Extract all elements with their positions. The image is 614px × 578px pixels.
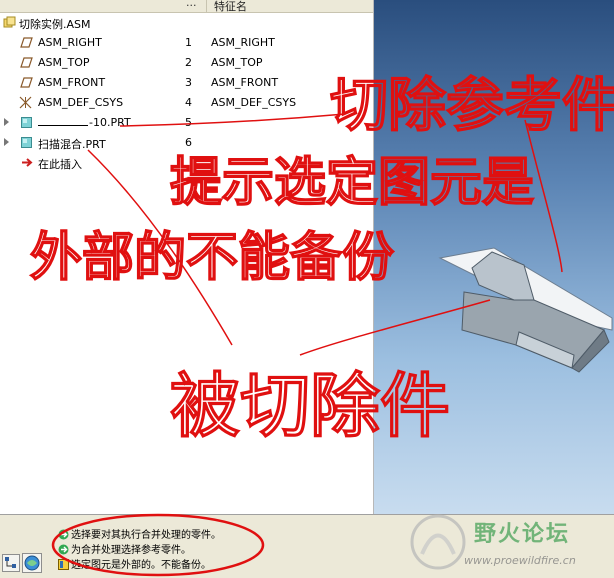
- forum-watermark: 野火论坛 www.proewildfire.cn: [404, 510, 614, 572]
- insert-arrow-icon: [22, 158, 33, 167]
- tree-item-feature-name: ASM_TOP: [211, 56, 263, 69]
- watermark-title: 野火论坛: [474, 522, 571, 547]
- model-tree-panel: ... 特征名 切除实例.ASM ASM_RIGHT 1 ASM_RIGHT A…: [0, 0, 374, 514]
- column-dots[interactable]: ...: [186, 0, 197, 9]
- tree-toggle-button[interactable]: [2, 554, 20, 572]
- tree-insert-here-row[interactable]: 在此插入: [0, 153, 373, 173]
- info-arrow-icon: [58, 529, 69, 540]
- datum-plane-icon: [20, 57, 33, 68]
- expand-arrow-icon[interactable]: [4, 118, 9, 126]
- status-message: 选定图元是外部的。不能备份。: [58, 556, 211, 571]
- tree-root-label: 切除实例.ASM: [19, 18, 91, 31]
- model-view: [438, 247, 613, 373]
- tree-column-header: ... 特征名: [0, 0, 373, 13]
- tree-item-number: 4: [185, 96, 192, 109]
- tree-item-number: 2: [185, 56, 192, 69]
- datum-plane-icon: [20, 37, 33, 48]
- tree-item-label: ASM_FRONT: [38, 76, 106, 89]
- status-message: 为合并处理选择参考零件。: [58, 541, 191, 556]
- tree-item-feature-name: ASM_DEF_CSYS: [211, 96, 297, 109]
- find-button[interactable]: [22, 553, 42, 573]
- part-icon: [21, 117, 32, 128]
- insert-here-label: 在此插入: [38, 158, 82, 171]
- tree-item-part-10[interactable]: -10.PRT 5: [0, 113, 373, 133]
- tree-icon: [5, 557, 16, 568]
- tree-item-sweep-blend[interactable]: 扫描混合.PRT 6: [0, 133, 373, 153]
- part-icon: [21, 137, 32, 148]
- info-arrow-icon: [58, 544, 69, 555]
- tree-item-asm-top[interactable]: ASM_TOP 2 ASM_TOP: [0, 53, 373, 73]
- tree-item-label: -10.PRT: [38, 116, 131, 129]
- watermark-logo-icon: [410, 514, 466, 570]
- column-feature-name[interactable]: 特征名: [214, 0, 247, 14]
- coordinate-system-icon: [19, 96, 32, 109]
- tree-item-feature-name: ASM_FRONT: [211, 76, 279, 89]
- expand-arrow-icon[interactable]: [4, 138, 9, 146]
- status-message: 选择要对其执行合并处理的零件。: [58, 526, 221, 541]
- tree-item-number: 5: [185, 116, 192, 129]
- tree-item-label: 扫描混合.PRT: [38, 138, 106, 151]
- tree-item-asm-def-csys[interactable]: ASM_DEF_CSYS 4 ASM_DEF_CSYS: [0, 93, 373, 113]
- redacted-name-line: [38, 116, 88, 126]
- tree-item-label: ASM_TOP: [38, 56, 90, 69]
- graphics-viewport[interactable]: [374, 0, 614, 514]
- tree-item-label: ASM_RIGHT: [38, 36, 102, 49]
- tree-root-row[interactable]: 切除实例.ASM: [0, 13, 373, 33]
- tree-item-asm-front[interactable]: ASM_FRONT 3 ASM_FRONT: [0, 73, 373, 93]
- assembly-icon: [3, 16, 16, 28]
- datum-plane-icon: [20, 77, 33, 88]
- tree-item-asm-right[interactable]: ASM_RIGHT 1 ASM_RIGHT: [0, 33, 373, 53]
- tree-item-number: 6: [185, 136, 192, 149]
- watermark-url: www.proewildfire.cn: [464, 554, 576, 567]
- tree-item-number: 3: [185, 76, 192, 89]
- tree-item-label: ASM_DEF_CSYS: [38, 96, 124, 109]
- tree-item-feature-name: ASM_RIGHT: [211, 36, 275, 49]
- tree-item-number: 1: [185, 36, 192, 49]
- globe-search-icon: [24, 555, 40, 571]
- column-separator[interactable]: [206, 0, 207, 12]
- warning-icon: [58, 559, 69, 570]
